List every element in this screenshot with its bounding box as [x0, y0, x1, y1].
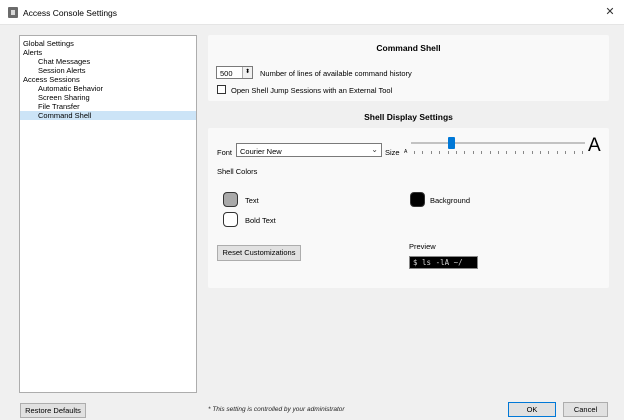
- slider-tick: [531, 151, 533, 154]
- font-label: Font: [217, 148, 233, 157]
- slider-tick: [414, 151, 415, 154]
- font-select[interactable]: Courier New ⌄: [236, 143, 382, 157]
- size-slider-thumb[interactable]: [447, 137, 455, 149]
- size-small-icon: A: [404, 149, 408, 155]
- tree-item-alerts[interactable]: Alerts: [20, 48, 196, 57]
- tree-item-screen-sharing[interactable]: Screen Sharing: [20, 93, 196, 102]
- tree-item-file-transfer[interactable]: File Transfer: [20, 102, 196, 111]
- slider-tick: [556, 151, 558, 154]
- window-body: Global Settings Alerts Chat Messages Ses…: [0, 25, 624, 420]
- tree-item-access-sessions[interactable]: Access Sessions: [20, 75, 196, 84]
- slider-tick: [548, 151, 550, 154]
- settings-tree: Global Settings Alerts Chat Messages Ses…: [19, 35, 197, 393]
- bold-text-color-label: Bold Text: [245, 216, 276, 225]
- close-icon[interactable]: ✕: [602, 4, 618, 20]
- cancel-button[interactable]: Cancel: [563, 402, 608, 417]
- shell-display-content: Font Courier New ⌄ Size A A Shell Colors…: [208, 25, 609, 420]
- ok-button[interactable]: OK: [508, 402, 556, 417]
- background-color-swatch[interactable]: [410, 192, 425, 207]
- size-label: Size: [385, 148, 400, 157]
- slider-tick: [565, 151, 567, 154]
- font-select-value: Courier New: [240, 147, 282, 156]
- text-color-label: Text: [245, 196, 259, 205]
- slider-tick: [472, 151, 474, 154]
- preview-text: $ ls -lA ~/: [413, 258, 463, 267]
- text-color-swatch[interactable]: [223, 192, 238, 207]
- window-title: Access Console Settings: [23, 8, 118, 18]
- slider-tick: [456, 151, 457, 154]
- tree-item-session-alerts[interactable]: Session Alerts: [20, 66, 196, 75]
- slider-tick: [464, 151, 466, 154]
- tree-item-automatic-behavior[interactable]: Automatic Behavior: [20, 84, 196, 93]
- reset-customizations-button[interactable]: Reset Customizations: [217, 245, 301, 261]
- title-bar: Access Console Settings ✕: [0, 0, 624, 25]
- slider-tick: [514, 151, 516, 154]
- slider-tick: [573, 151, 575, 154]
- tree-item-chat-messages[interactable]: Chat Messages: [20, 57, 196, 66]
- admin-footnote: * This setting is controlled by your adm…: [208, 406, 345, 413]
- slider-tick: [582, 151, 583, 154]
- tree-item-global-settings[interactable]: Global Settings: [20, 39, 196, 48]
- shell-colors-label: Shell Colors: [217, 167, 258, 176]
- app-icon: [8, 7, 18, 18]
- slider-tick: [506, 151, 508, 154]
- size-slider-track[interactable]: [411, 142, 585, 144]
- chevron-down-icon: ⌄: [371, 145, 378, 154]
- preview-label: Preview: [409, 242, 436, 251]
- slider-tick: [430, 151, 432, 154]
- slider-tick: [439, 151, 441, 154]
- slider-tick: [498, 151, 499, 154]
- slider-tick: [489, 151, 491, 154]
- tree-item-command-shell[interactable]: Command Shell: [20, 111, 196, 120]
- slider-tick: [481, 151, 483, 154]
- slider-tick: [422, 151, 424, 154]
- restore-defaults-button[interactable]: Restore Defaults: [20, 403, 86, 418]
- shell-preview: $ ls -lA ~/: [409, 256, 478, 269]
- slider-tick: [447, 151, 449, 154]
- slider-tick: [540, 151, 541, 154]
- size-large-icon: A: [588, 135, 601, 156]
- background-color-label: Background: [430, 196, 471, 205]
- bold-text-color-swatch[interactable]: [223, 212, 238, 227]
- slider-tick: [523, 151, 525, 154]
